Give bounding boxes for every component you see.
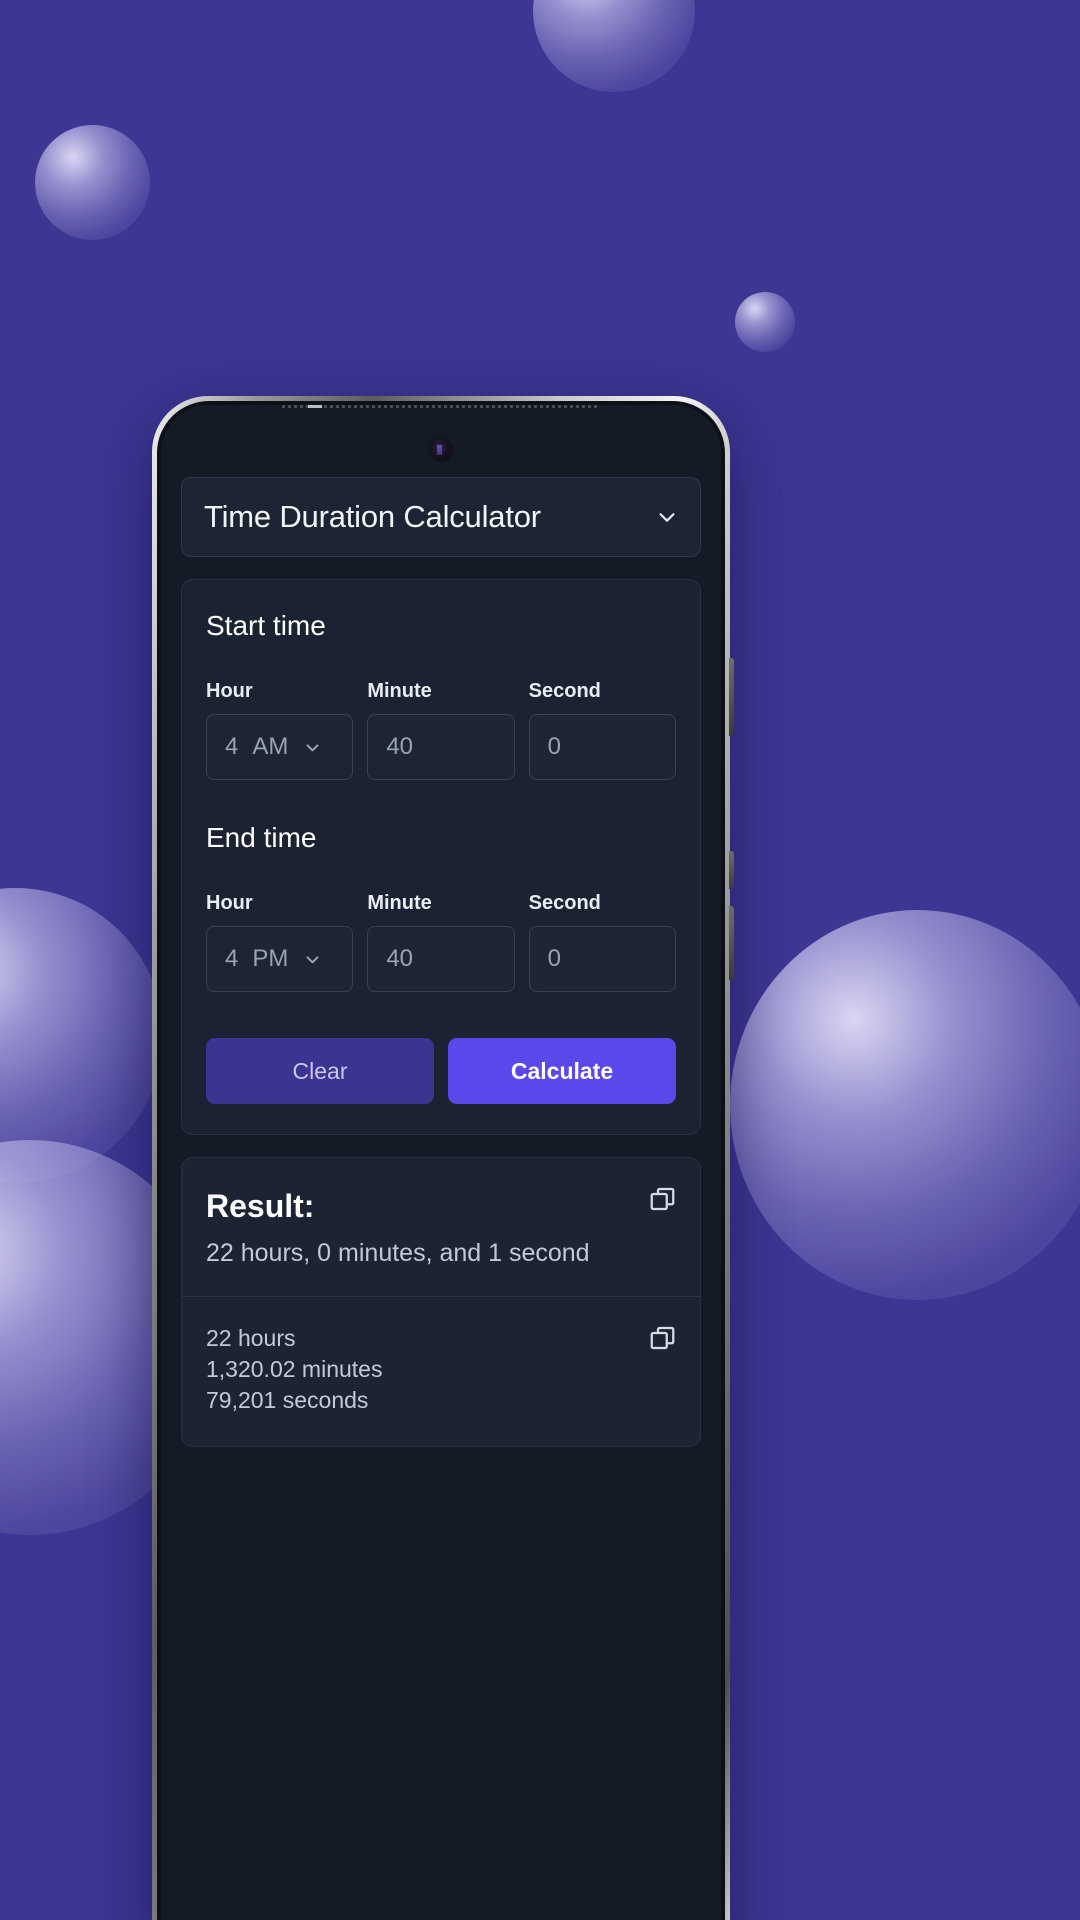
sensor-nub bbox=[308, 405, 322, 408]
start-minute-label: Minute bbox=[367, 680, 432, 702]
end-time-heading: End time bbox=[206, 822, 317, 853]
start-second-field: Second 0 bbox=[528, 680, 676, 780]
phone-screen: Time Duration Calculator Start time Hour… bbox=[161, 405, 721, 1920]
start-hour-value: 4 bbox=[225, 733, 239, 760]
end-second-value: 0 bbox=[547, 945, 562, 972]
end-minute-field: Minute 40 bbox=[367, 892, 515, 992]
result-card: Result: 22 hours, 0 minutes, and 1 secon… bbox=[181, 1157, 701, 1448]
chevron-down-icon bbox=[656, 506, 678, 528]
end-hour-input[interactable]: 4 PM bbox=[206, 926, 354, 992]
end-second-input[interactable]: 0 bbox=[528, 926, 676, 992]
start-hour-ampm: AM bbox=[252, 733, 289, 760]
end-second-label: Second bbox=[528, 892, 601, 914]
start-hour-input[interactable]: 4 AM bbox=[206, 714, 354, 780]
end-minute-input[interactable]: 40 bbox=[367, 926, 515, 992]
result-detail-seconds: 79,201 seconds bbox=[206, 1387, 369, 1414]
result-detail-hours: 22 hours bbox=[206, 1325, 296, 1351]
end-second-field: Second 0 bbox=[528, 892, 676, 992]
decorative-sphere bbox=[0, 888, 163, 1183]
result-summary-text: 22 hours, 0 minutes, and 1 second bbox=[206, 1239, 590, 1267]
result-summary-section: Result: 22 hours, 0 minutes, and 1 secon… bbox=[182, 1158, 700, 1297]
clear-button[interactable]: Clear bbox=[206, 1038, 434, 1104]
chevron-down-icon[interactable] bbox=[304, 951, 321, 968]
speaker-grille bbox=[282, 405, 600, 408]
phone-side-button[interactable] bbox=[729, 658, 734, 736]
front-camera-icon bbox=[430, 439, 452, 461]
time-input-card: Start time Hour 4 AM Minute 40 Second 0 … bbox=[181, 579, 701, 1135]
start-hour-label: Hour bbox=[206, 680, 253, 702]
calculator-type-dropdown[interactable]: Time Duration Calculator bbox=[181, 477, 701, 557]
end-hour-field: Hour 4 PM bbox=[206, 892, 354, 992]
phone-volume-up-button[interactable] bbox=[729, 851, 734, 889]
end-hour-ampm: PM bbox=[252, 945, 289, 972]
start-minute-value: 40 bbox=[386, 733, 414, 760]
start-second-input[interactable]: 0 bbox=[528, 714, 676, 780]
start-second-value: 0 bbox=[547, 733, 562, 760]
start-second-label: Second bbox=[528, 680, 601, 702]
result-details-section: 22 hours 1,320.02 minutes 79,201 seconds bbox=[182, 1297, 700, 1446]
end-time-fields: Hour 4 PM Minute 40 Second 0 bbox=[206, 892, 676, 992]
copy-icon[interactable] bbox=[648, 1184, 678, 1214]
end-minute-label: Minute bbox=[367, 892, 432, 914]
start-time-heading: Start time bbox=[206, 610, 326, 641]
end-hour-value: 4 bbox=[225, 945, 239, 972]
start-time-fields: Hour 4 AM Minute 40 Second 0 bbox=[206, 680, 676, 780]
result-heading: Result: bbox=[206, 1188, 315, 1224]
decorative-sphere bbox=[35, 125, 150, 240]
action-buttons: Clear Calculate bbox=[206, 1038, 676, 1104]
end-hour-label: Hour bbox=[206, 892, 253, 914]
result-detail-minutes: 1,320.02 minutes bbox=[206, 1356, 383, 1383]
app-content: Time Duration Calculator Start time Hour… bbox=[161, 405, 721, 1920]
copy-icon[interactable] bbox=[648, 1323, 678, 1353]
calculate-button[interactable]: Calculate bbox=[448, 1038, 676, 1104]
start-hour-field: Hour 4 AM bbox=[206, 680, 354, 780]
end-minute-value: 40 bbox=[386, 945, 414, 972]
wallpaper-background: Time Duration Calculator Start time Hour… bbox=[0, 0, 1080, 1920]
start-minute-input[interactable]: 40 bbox=[367, 714, 515, 780]
phone-volume-down-button[interactable] bbox=[729, 906, 734, 980]
phone-body: Time Duration Calculator Start time Hour… bbox=[157, 401, 725, 1920]
decorative-sphere bbox=[735, 292, 795, 352]
decorative-sphere bbox=[730, 910, 1080, 1300]
decorative-sphere bbox=[533, 0, 695, 92]
chevron-down-icon[interactable] bbox=[304, 739, 321, 756]
phone-mockup: Time Duration Calculator Start time Hour… bbox=[152, 396, 734, 1920]
page-title: Time Duration Calculator bbox=[204, 499, 541, 534]
start-minute-field: Minute 40 bbox=[367, 680, 515, 780]
